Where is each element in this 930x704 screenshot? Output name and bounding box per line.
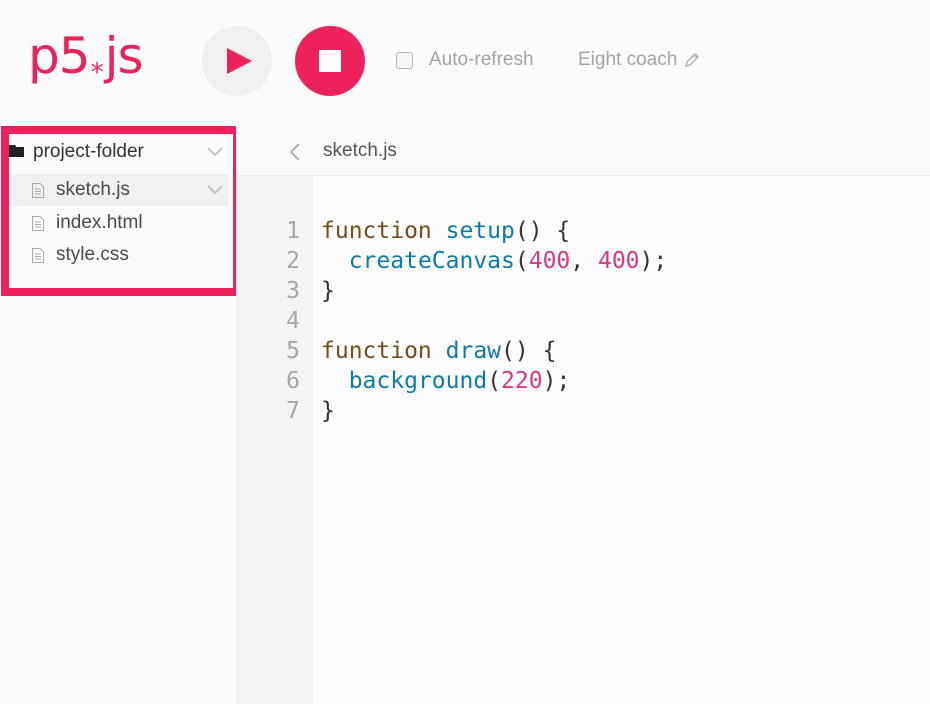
auto-refresh-checkbox[interactable] — [396, 51, 413, 69]
file-item-index-html[interactable]: index.html — [8, 207, 228, 239]
file-icon — [32, 216, 44, 231]
code-token: ); — [639, 248, 668, 274]
code-token: createCanvas — [348, 248, 515, 274]
project-folder-row[interactable]: project-folder — [0, 138, 236, 166]
file-name: sketch.js — [56, 179, 130, 200]
play-button[interactable] — [202, 26, 272, 96]
chevron-down-icon[interactable] — [207, 185, 223, 195]
code-token: 400 — [528, 248, 571, 274]
code-token: ); — [542, 368, 571, 394]
stop-icon — [319, 50, 341, 72]
line-number: 7 — [286, 398, 300, 424]
code-token: function — [321, 338, 432, 364]
code-token: ( — [487, 368, 502, 394]
line-number: 2 — [286, 248, 300, 274]
code-line[interactable]: } — [321, 396, 335, 426]
line-number: 5 — [286, 338, 300, 364]
project-name-text: Eight coach — [578, 49, 678, 70]
line-number: 4 — [286, 308, 300, 334]
editor-header: sketch.js — [236, 126, 930, 176]
file-icon — [32, 183, 44, 198]
code-line[interactable]: } — [321, 276, 335, 306]
file-name: style.css — [56, 244, 129, 265]
code-token: setup — [445, 218, 515, 244]
code-token: , — [570, 248, 598, 274]
code-token: 220 — [501, 368, 543, 394]
folder-icon — [9, 145, 24, 157]
code-token: } — [321, 398, 335, 424]
code-token: draw — [445, 338, 502, 364]
logo-asterisk: * — [90, 58, 104, 88]
file-sidebar: project-folder sketch.js index.html styl… — [0, 126, 241, 704]
folder-name: project-folder — [33, 141, 144, 162]
code-token: } — [321, 278, 335, 304]
file-item-style-css[interactable]: style.css — [8, 239, 228, 271]
project-name[interactable]: Eight coach — [578, 48, 701, 72]
code-token: 400 — [597, 248, 640, 274]
editor-file-title: sketch.js — [323, 140, 397, 161]
code-line[interactable]: createCanvas(400, 400); — [321, 246, 668, 276]
file-item-sketch-js[interactable]: sketch.js — [8, 174, 228, 206]
stop-button[interactable] — [295, 26, 365, 96]
chevron-down-icon[interactable] — [207, 147, 223, 157]
auto-refresh-toggle[interactable]: Auto-refresh — [396, 48, 534, 72]
play-icon — [227, 48, 252, 74]
code-line[interactable]: function setup() { — [321, 216, 570, 246]
code-token: () { — [501, 338, 557, 364]
code-token: () { — [514, 218, 571, 244]
p5js-logo: p5*js — [28, 26, 144, 88]
auto-refresh-label: Auto-refresh — [429, 49, 534, 70]
file-name: index.html — [56, 212, 143, 233]
line-number: 3 — [286, 278, 300, 304]
logo-suffix-text: js — [104, 27, 144, 85]
line-number: 6 — [286, 368, 300, 394]
chevron-left-icon[interactable] — [288, 142, 302, 162]
code-token: background — [348, 368, 488, 394]
pencil-icon[interactable] — [683, 51, 701, 69]
code-line[interactable]: function draw() { — [321, 336, 556, 366]
file-icon — [32, 248, 44, 263]
line-number: 1 — [286, 218, 300, 244]
code-token: function — [321, 218, 432, 244]
logo-main-text: p5 — [28, 27, 91, 85]
code-line[interactable]: background(220); — [321, 366, 571, 396]
code-token: ( — [514, 248, 529, 274]
